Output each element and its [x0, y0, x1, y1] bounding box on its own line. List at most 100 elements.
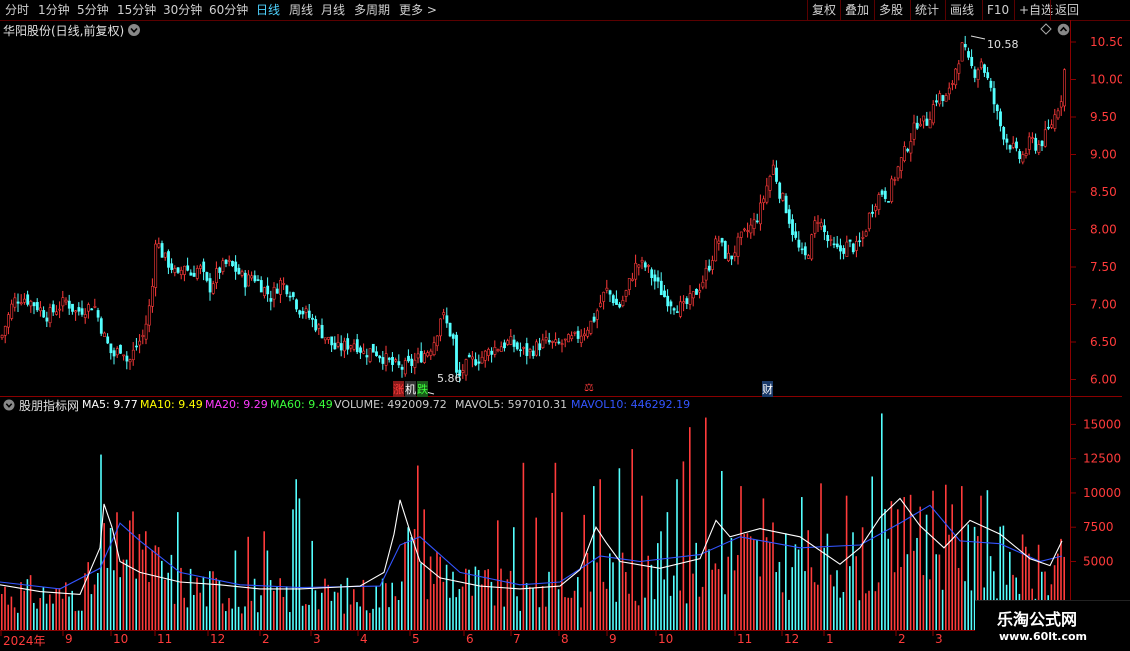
- collapse-icon[interactable]: [1057, 23, 1070, 36]
- volume-bar: [922, 575, 925, 630]
- candle-body: [295, 299, 298, 310]
- volume-bar: [820, 483, 822, 630]
- indicator-menu-icon[interactable]: [3, 399, 15, 411]
- candle-body: [615, 298, 618, 305]
- candle-body: [851, 243, 855, 253]
- volume-bar: [957, 567, 960, 630]
- candle-body: [1021, 154, 1025, 163]
- candle-body: [845, 241, 849, 257]
- volume-bar: [420, 563, 422, 630]
- volume-bar: [289, 612, 291, 630]
- candle-body: [442, 312, 446, 316]
- volume-bar: [529, 586, 531, 630]
- volume-bar: [503, 606, 505, 630]
- event-marker-2[interactable]: 跌: [417, 381, 428, 397]
- diamond-icon[interactable]: [1040, 23, 1052, 35]
- volume-bar: [29, 575, 32, 630]
- event-marker-4[interactable]: 财: [762, 381, 773, 397]
- candlestick-series: [0, 35, 1066, 395]
- candle-body: [896, 166, 900, 179]
- volume-bar: [148, 582, 150, 630]
- candle-body: [176, 267, 180, 273]
- candle-body: [103, 332, 106, 337]
- candle-body: [791, 219, 794, 235]
- volume-bar: [932, 490, 934, 630]
- volume-bar: [570, 597, 573, 630]
- candle-body: [240, 271, 244, 276]
- volume-bar: [321, 592, 323, 630]
- volume-bar: [756, 539, 758, 630]
- indicator-legend-item: MAVOL10: 446292.19: [571, 398, 691, 411]
- xaxis-label: 2024年: [3, 634, 46, 648]
- volume-bar: [356, 602, 358, 630]
- candle-body: [762, 198, 766, 203]
- candle-body: [842, 248, 846, 254]
- candle-body: [525, 343, 529, 356]
- candle-body: [816, 221, 820, 224]
- price-tick-label: 8.50: [1090, 185, 1117, 199]
- candle-body: [659, 280, 663, 296]
- candle-body: [208, 278, 212, 293]
- volume-bar: [250, 600, 253, 630]
- volume-bar: [753, 538, 755, 630]
- candle-body: [445, 315, 449, 324]
- volume-bar: [180, 567, 182, 630]
- volume-bar: [394, 596, 397, 630]
- volume-bar: [746, 533, 749, 630]
- xaxis-label: 6: [466, 632, 474, 646]
- candle-body: [199, 265, 202, 269]
- volume-bar: [935, 554, 937, 630]
- candle-body: [781, 193, 785, 201]
- volume-bar: [913, 550, 915, 630]
- candle-body: [912, 122, 916, 140]
- volume-bar: [45, 603, 48, 630]
- volume-bar: [436, 551, 438, 630]
- volume-bar: [260, 595, 262, 630]
- candle-body: [45, 317, 49, 322]
- candle-body: [192, 272, 196, 277]
- candle-body: [253, 275, 257, 282]
- candle-body: [919, 123, 922, 127]
- event-marker-3[interactable]: ⚖: [584, 381, 594, 394]
- volume-bar: [826, 533, 829, 630]
- volume-bar: [340, 584, 342, 630]
- volume-bar: [621, 552, 624, 630]
- candle-body: [7, 314, 10, 328]
- candle-body: [535, 341, 538, 356]
- price-tick-label: 10.50: [1090, 35, 1124, 49]
- volume-bar: [17, 612, 19, 630]
- event-marker-0[interactable]: 涨: [393, 381, 404, 397]
- indicator-legend-item: MA60: 9.49: [270, 398, 333, 411]
- indicator-name[interactable]: 股朋指标网: [19, 397, 79, 414]
- candle-body: [595, 310, 599, 320]
- candle-body: [327, 336, 330, 340]
- price-tick-label: 7.50: [1090, 260, 1117, 274]
- volume-bar: [775, 572, 777, 630]
- volume-bar: [103, 523, 105, 630]
- candle-body: [74, 310, 78, 313]
- candle-body: [688, 293, 692, 305]
- volume-bar: [186, 607, 189, 630]
- candle-body: [467, 354, 471, 358]
- volume-bar: [372, 608, 374, 630]
- volume-bar: [733, 570, 736, 630]
- title-dropdown-icon[interactable]: [127, 23, 141, 37]
- candle-body: [695, 288, 698, 295]
- volume-bar: [769, 542, 771, 630]
- candle-body: [483, 350, 487, 361]
- candle-body: [151, 286, 154, 307]
- candle-body: [279, 280, 282, 295]
- candle-body: [528, 349, 532, 353]
- volume-bar: [593, 486, 595, 630]
- volume-bar: [74, 611, 77, 630]
- candle-body: [448, 322, 452, 337]
- candle-body: [336, 342, 340, 347]
- volume-bar: [295, 479, 297, 630]
- max-price-label: 10.58: [987, 38, 1019, 51]
- candle-body: [855, 241, 858, 251]
- volume-bar: [205, 606, 208, 630]
- volume-bar: [612, 562, 614, 630]
- event-marker-1[interactable]: 机: [405, 381, 416, 397]
- candle-body: [10, 303, 14, 319]
- xaxis-label: 2: [898, 632, 906, 646]
